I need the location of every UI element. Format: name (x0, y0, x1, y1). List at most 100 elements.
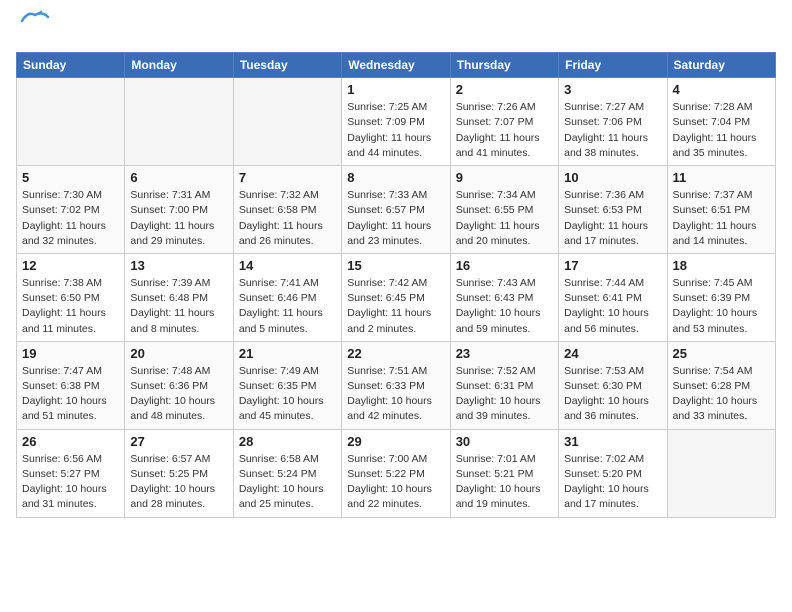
day-number: 10 (564, 170, 661, 185)
calendar-cell: 18Sunrise: 7:45 AMSunset: 6:39 PMDayligh… (667, 253, 775, 341)
day-info: Sunrise: 7:48 AMSunset: 6:36 PMDaylight:… (130, 364, 227, 425)
day-number: 11 (673, 170, 770, 185)
day-number: 7 (239, 170, 336, 185)
calendar-cell: 27 Sunrise: 6:57 AMSunset: 5:25 PMDayligh… (125, 429, 233, 517)
calendar-cell: 5Sunrise: 7:30 AMSunset: 7:02 PMDaylight… (17, 166, 125, 254)
day-info: Sunrise: 7:26 AMSunset: 7:07 PMDaylight:… (456, 100, 553, 161)
calendar-cell: 17 Sunrise: 7:44 AMSunset: 6:41 PMDayligh… (559, 253, 667, 341)
calendar-table: SundayMondayTuesdayWednesdayThursdayFrid… (16, 52, 776, 517)
calendar-cell: 15Sunrise: 7:42 AMSunset: 6:45 PMDayligh… (342, 253, 450, 341)
calendar-cell: 4 Sunrise: 7:28 AMSunset: 7:04 PMDaylight… (667, 78, 775, 166)
day-info: Sunrise: 7:33 AMSunset: 6:57 PMDaylight:… (347, 188, 444, 249)
day-header-friday: Friday (559, 53, 667, 78)
calendar-week-row: 19 Sunrise: 7:47 AMSunset: 6:38 PMDayligh… (17, 341, 776, 429)
day-info: Sunrise: 7:47 AMSunset: 6:38 PMDaylight:… (22, 364, 119, 425)
day-number: 5 (22, 170, 119, 185)
day-number: 24 (564, 346, 661, 361)
calendar-cell: 11 Sunrise: 7:37 AMSunset: 6:51 PMDayligh… (667, 166, 775, 254)
day-info: Sunrise: 6:57 AMSunset: 5:25 PMDaylight:… (130, 452, 227, 513)
calendar-cell: 8Sunrise: 7:33 AMSunset: 6:57 PMDaylight… (342, 166, 450, 254)
day-number: 26 (22, 434, 119, 449)
page-header (16, 16, 776, 40)
calendar-cell (17, 78, 125, 166)
day-info: Sunrise: 7:53 AMSunset: 6:30 PMDaylight:… (564, 364, 661, 425)
day-number: 19 (22, 346, 119, 361)
calendar-cell: 7 Sunrise: 7:32 AMSunset: 6:58 PMDaylight… (233, 166, 341, 254)
calendar-cell: 29 Sunrise: 7:00 AMSunset: 5:22 PMDayligh… (342, 429, 450, 517)
calendar-cell: 13 Sunrise: 7:39 AMSunset: 6:48 PMDayligh… (125, 253, 233, 341)
day-number: 29 (347, 434, 444, 449)
calendar-cell: 3 Sunrise: 7:27 AMSunset: 7:06 PMDaylight… (559, 78, 667, 166)
calendar-cell: 22Sunrise: 7:51 AMSunset: 6:33 PMDayligh… (342, 341, 450, 429)
day-info: Sunrise: 7:51 AMSunset: 6:33 PMDaylight:… (347, 364, 444, 425)
calendar-week-row: 26 Sunrise: 6:56 AMSunset: 5:27 PMDayligh… (17, 429, 776, 517)
calendar-cell: 9 Sunrise: 7:34 AMSunset: 6:55 PMDaylight… (450, 166, 558, 254)
calendar-cell: 10 Sunrise: 7:36 AMSunset: 6:53 PMDayligh… (559, 166, 667, 254)
day-number: 17 (564, 258, 661, 273)
day-info: Sunrise: 7:44 AMSunset: 6:41 PMDaylight:… (564, 276, 661, 337)
day-header-sunday: Sunday (17, 53, 125, 78)
day-info: Sunrise: 7:25 AMSunset: 7:09 PMDaylight:… (347, 100, 444, 161)
day-number: 4 (673, 82, 770, 97)
calendar-header-row: SundayMondayTuesdayWednesdayThursdayFrid… (17, 53, 776, 78)
calendar-cell: 2 Sunrise: 7:26 AMSunset: 7:07 PMDaylight… (450, 78, 558, 166)
day-number: 27 (130, 434, 227, 449)
calendar-week-row: 5Sunrise: 7:30 AMSunset: 7:02 PMDaylight… (17, 166, 776, 254)
calendar-cell: 30 Sunrise: 7:01 AMSunset: 5:21 PMDayligh… (450, 429, 558, 517)
calendar-cell: 31 Sunrise: 7:02 AMSunset: 5:20 PMDayligh… (559, 429, 667, 517)
day-info: Sunrise: 7:39 AMSunset: 6:48 PMDaylight:… (130, 276, 227, 337)
day-info: Sunrise: 7:38 AMSunset: 6:50 PMDaylight:… (22, 276, 119, 337)
day-info: Sunrise: 7:00 AMSunset: 5:22 PMDaylight:… (347, 452, 444, 513)
day-info: Sunrise: 7:01 AMSunset: 5:21 PMDaylight:… (456, 452, 553, 513)
day-number: 31 (564, 434, 661, 449)
calendar-cell: 25Sunrise: 7:54 AMSunset: 6:28 PMDayligh… (667, 341, 775, 429)
calendar-cell: 12 Sunrise: 7:38 AMSunset: 6:50 PMDayligh… (17, 253, 125, 341)
calendar-cell: 14Sunrise: 7:41 AMSunset: 6:46 PMDayligh… (233, 253, 341, 341)
day-info: Sunrise: 7:43 AMSunset: 6:43 PMDaylight:… (456, 276, 553, 337)
day-info: Sunrise: 7:02 AMSunset: 5:20 PMDaylight:… (564, 452, 661, 513)
day-header-monday: Monday (125, 53, 233, 78)
day-number: 21 (239, 346, 336, 361)
day-info: Sunrise: 7:27 AMSunset: 7:06 PMDaylight:… (564, 100, 661, 161)
calendar-cell (125, 78, 233, 166)
day-info: Sunrise: 7:41 AMSunset: 6:46 PMDaylight:… (239, 276, 336, 337)
calendar-cell: 21 Sunrise: 7:49 AMSunset: 6:35 PMDayligh… (233, 341, 341, 429)
day-number: 9 (456, 170, 553, 185)
calendar-cell: 19 Sunrise: 7:47 AMSunset: 6:38 PMDayligh… (17, 341, 125, 429)
day-header-wednesday: Wednesday (342, 53, 450, 78)
day-number: 16 (456, 258, 553, 273)
day-number: 23 (456, 346, 553, 361)
logo (16, 16, 50, 40)
day-info: Sunrise: 7:32 AMSunset: 6:58 PMDaylight:… (239, 188, 336, 249)
day-info: Sunrise: 6:56 AMSunset: 5:27 PMDaylight:… (22, 452, 119, 513)
day-number: 15 (347, 258, 444, 273)
day-info: Sunrise: 7:49 AMSunset: 6:35 PMDaylight:… (239, 364, 336, 425)
day-number: 1 (347, 82, 444, 97)
day-info: Sunrise: 7:36 AMSunset: 6:53 PMDaylight:… (564, 188, 661, 249)
calendar-cell: 20 Sunrise: 7:48 AMSunset: 6:36 PMDayligh… (125, 341, 233, 429)
calendar-cell: 26 Sunrise: 6:56 AMSunset: 5:27 PMDayligh… (17, 429, 125, 517)
calendar-cell: 24 Sunrise: 7:53 AMSunset: 6:30 PMDayligh… (559, 341, 667, 429)
day-header-tuesday: Tuesday (233, 53, 341, 78)
day-number: 13 (130, 258, 227, 273)
day-info: Sunrise: 7:37 AMSunset: 6:51 PMDaylight:… (673, 188, 770, 249)
day-number: 2 (456, 82, 553, 97)
calendar-week-row: 1 Sunrise: 7:25 AMSunset: 7:09 PMDaylight… (17, 78, 776, 166)
calendar-week-row: 12 Sunrise: 7:38 AMSunset: 6:50 PMDayligh… (17, 253, 776, 341)
calendar-cell: 23Sunrise: 7:52 AMSunset: 6:31 PMDayligh… (450, 341, 558, 429)
day-number: 20 (130, 346, 227, 361)
calendar-cell (233, 78, 341, 166)
day-number: 30 (456, 434, 553, 449)
day-info: Sunrise: 7:45 AMSunset: 6:39 PMDaylight:… (673, 276, 770, 337)
day-number: 3 (564, 82, 661, 97)
day-info: Sunrise: 7:28 AMSunset: 7:04 PMDaylight:… (673, 100, 770, 161)
calendar-cell: 1 Sunrise: 7:25 AMSunset: 7:09 PMDaylight… (342, 78, 450, 166)
day-number: 25 (673, 346, 770, 361)
day-info: Sunrise: 6:58 AMSunset: 5:24 PMDaylight:… (239, 452, 336, 513)
calendar-cell: 6Sunrise: 7:31 AMSunset: 7:00 PMDaylight… (125, 166, 233, 254)
calendar-cell (667, 429, 775, 517)
day-info: Sunrise: 7:31 AMSunset: 7:00 PMDaylight:… (130, 188, 227, 249)
day-info: Sunrise: 7:34 AMSunset: 6:55 PMDaylight:… (456, 188, 553, 249)
day-number: 12 (22, 258, 119, 273)
day-number: 28 (239, 434, 336, 449)
